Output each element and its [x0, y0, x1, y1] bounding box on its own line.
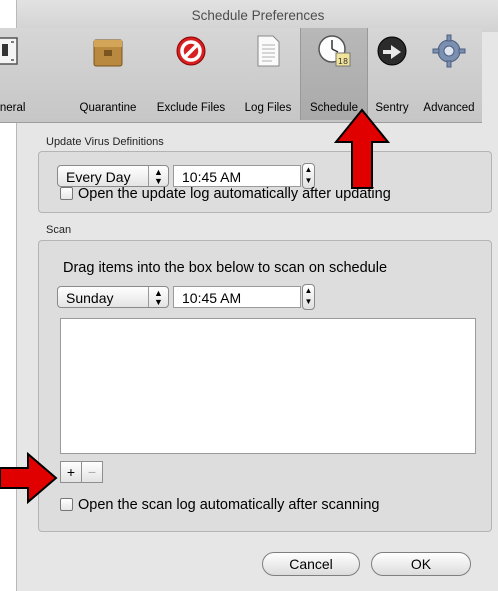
scan-instruction-text: Drag items into the box below to scan on…	[63, 260, 388, 276]
update-frequency-value: Every Day	[66, 169, 131, 185]
preferences-toolbar: General Quarantine Exclude Files Log Fil…	[0, 28, 482, 123]
popup-arrows-icon: ▲ ▼	[148, 287, 168, 307]
scan-day-value: Sunday	[66, 290, 114, 306]
popup-arrows-icon: ▲ ▼	[148, 166, 168, 186]
tab-schedule[interactable]: 18 Schedule	[300, 28, 368, 120]
scan-log-checkbox[interactable]	[60, 498, 73, 511]
calendar-day-number: 18	[338, 57, 348, 66]
scan-day-popup[interactable]: Sunday ▲ ▼	[57, 286, 169, 308]
tab-exclude-files[interactable]: Exclude Files	[148, 28, 234, 120]
scan-section-label: Scan	[46, 224, 72, 236]
tab-advanced[interactable]: Advanced	[418, 28, 480, 120]
update-frequency-popup[interactable]: Every Day ▲ ▼	[57, 165, 169, 187]
tab-general[interactable]: General	[0, 28, 26, 120]
scan-time-stepper[interactable]: ▲ ▼	[302, 284, 315, 310]
update-log-checkbox[interactable]	[60, 187, 73, 200]
right-arrow-annotation-icon	[0, 452, 58, 504]
update-time-field[interactable]: 10:45 AM	[173, 165, 301, 187]
remove-scan-item-button[interactable]: −	[81, 461, 103, 483]
scan-log-checkbox-row[interactable]: Open the scan log automatically after sc…	[60, 497, 379, 513]
add-scan-item-button[interactable]: +	[60, 461, 82, 483]
ok-button[interactable]: OK	[371, 552, 471, 576]
cancel-button[interactable]: Cancel	[262, 552, 360, 576]
scan-time-field[interactable]: 10:45 AM	[173, 286, 301, 308]
document-icon	[257, 35, 280, 67]
no-entry-icon	[176, 36, 206, 66]
update-section-label: Update Virus Definitions	[46, 136, 164, 148]
gear-icon	[432, 34, 466, 68]
clock-calendar-icon: 18	[318, 35, 351, 67]
scan-items-drop-area[interactable]	[60, 318, 476, 454]
up-arrow-annotation-icon	[333, 108, 391, 189]
switch-icon	[0, 37, 18, 65]
tab-quarantine[interactable]: Quarantine	[70, 28, 146, 120]
scan-log-checkbox-label: Open the scan log automatically after sc…	[78, 497, 380, 513]
update-time-value: 10:45 AM	[182, 169, 242, 185]
scan-time-value: 10:45 AM	[182, 290, 242, 306]
box-icon	[93, 39, 123, 67]
tab-log-files[interactable]: Log Files	[236, 28, 300, 120]
tab-sentry[interactable]: Sentry	[368, 28, 416, 120]
sentry-icon	[377, 36, 407, 66]
